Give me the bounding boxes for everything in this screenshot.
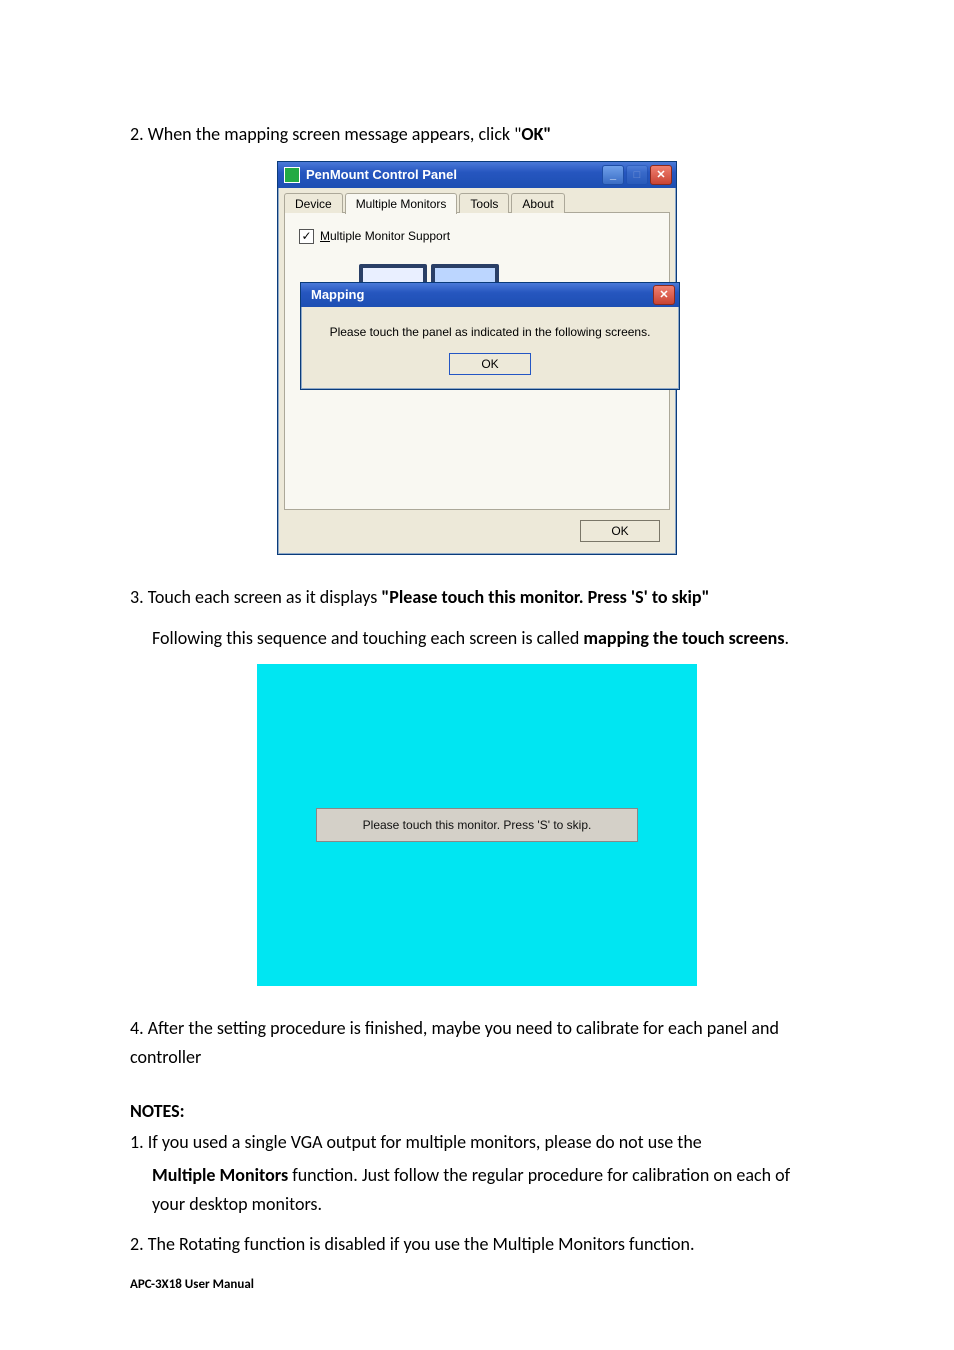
minimize-icon: _ <box>610 169 616 181</box>
touch-screen-message: Please touch this monitor. Press 'S' to … <box>363 818 592 832</box>
touch-screen[interactable]: Please touch this monitor. Press 'S' to … <box>257 664 697 986</box>
underline-m: M <box>320 229 330 243</box>
step-2-bold: OK" <box>521 123 551 145</box>
penmount-tabs: Device Multiple Monitors Tools About <box>284 192 670 213</box>
close-icon: ✕ <box>656 168 665 181</box>
footer-manual-title: APC-3X18 User Manual <box>130 1277 824 1292</box>
step-3-line2-pre: Following this sequence and touching eac… <box>152 627 583 649</box>
tab-multiple-monitors[interactable]: Multiple Monitors <box>345 193 458 214</box>
tab-device-label: Device <box>295 197 332 211</box>
close-button[interactable]: ✕ <box>650 165 672 185</box>
mapping-title: Mapping <box>311 287 653 302</box>
tab-about[interactable]: About <box>511 193 564 214</box>
tab-about-label: About <box>522 197 553 211</box>
penmount-ok-label: OK <box>611 524 628 538</box>
step-3-line2-bold: mapping the touch screens <box>583 627 784 649</box>
penmount-ok-button[interactable]: OK <box>580 520 660 542</box>
mapping-close-icon: ✕ <box>659 288 668 301</box>
multi-monitor-support-label: Multiple Monitor Support <box>320 229 450 243</box>
window-buttons: _ □ ✕ <box>602 165 672 185</box>
mapping-window-buttons: ✕ <box>653 285 675 305</box>
penmount-window: PenMount Control Panel _ □ ✕ Device Mult… <box>277 161 677 555</box>
penmount-app-icon <box>284 167 300 183</box>
minimize-button[interactable]: _ <box>602 165 624 185</box>
step-3-line1-bold: "Please touch this monitor. Press 'S' to… <box>381 586 709 608</box>
multi-monitor-support-row: ✓ Multiple Monitor Support <box>299 229 655 244</box>
penmount-footer: OK <box>284 510 670 544</box>
note-1-line2: Multiple Monitors function. Just follow … <box>152 1161 824 1219</box>
mapping-ok-label: OK <box>481 357 498 371</box>
penmount-figure: PenMount Control Panel _ □ ✕ Device Mult… <box>130 161 824 555</box>
step-4: 4. After the setting procedure is finish… <box>130 1014 824 1072</box>
checkbox-label-rest: ultiple Monitor Support <box>330 229 450 243</box>
step-3-line1-pre: 3. Touch each screen as it displays <box>130 586 381 608</box>
touch-screen-message-box: Please touch this monitor. Press 'S' to … <box>316 808 638 842</box>
penmount-title-bar: PenMount Control Panel _ □ ✕ <box>278 162 676 188</box>
tab-device[interactable]: Device <box>284 193 343 214</box>
mapping-dialog-body: Please touch the panel as indicated in t… <box>301 307 679 389</box>
step-3-line2: Following this sequence and touching eac… <box>152 624 824 653</box>
touch-screen-figure: Please touch this monitor. Press 'S' to … <box>130 664 824 986</box>
note-1-line1: 1. If you used a single VGA output for m… <box>130 1128 824 1157</box>
tab-multiple-monitors-label: Multiple Monitors <box>356 197 447 211</box>
tab-tools-label: Tools <box>470 197 498 211</box>
maximize-icon: □ <box>634 169 641 181</box>
multi-monitor-support-checkbox[interactable]: ✓ <box>299 229 314 244</box>
step-3-line2-post: . <box>785 627 790 649</box>
note-1-line2-bold: Multiple Monitors <box>152 1164 288 1186</box>
maximize-button: □ <box>626 165 648 185</box>
mapping-ok-button[interactable]: OK <box>449 353 531 375</box>
mapping-title-bar: Mapping ✕ <box>301 283 679 307</box>
step-3-line1: 3. Touch each screen as it displays "Ple… <box>130 583 824 612</box>
tab-tools[interactable]: Tools <box>459 193 509 214</box>
step-2-text: 2. When the mapping screen message appea… <box>130 123 521 145</box>
mapping-message: Please touch the panel as indicated in t… <box>313 325 667 339</box>
step-2: 2. When the mapping screen message appea… <box>130 120 824 149</box>
note-2: 2. The Rotating function is disabled if … <box>130 1230 824 1259</box>
penmount-title: PenMount Control Panel <box>306 167 602 182</box>
mapping-dialog: Mapping ✕ Please touch the panel as indi… <box>300 282 680 390</box>
mapping-close-button[interactable]: ✕ <box>653 285 675 305</box>
checkmark-icon: ✓ <box>301 230 311 242</box>
notes-heading: NOTES: <box>130 1100 824 1122</box>
